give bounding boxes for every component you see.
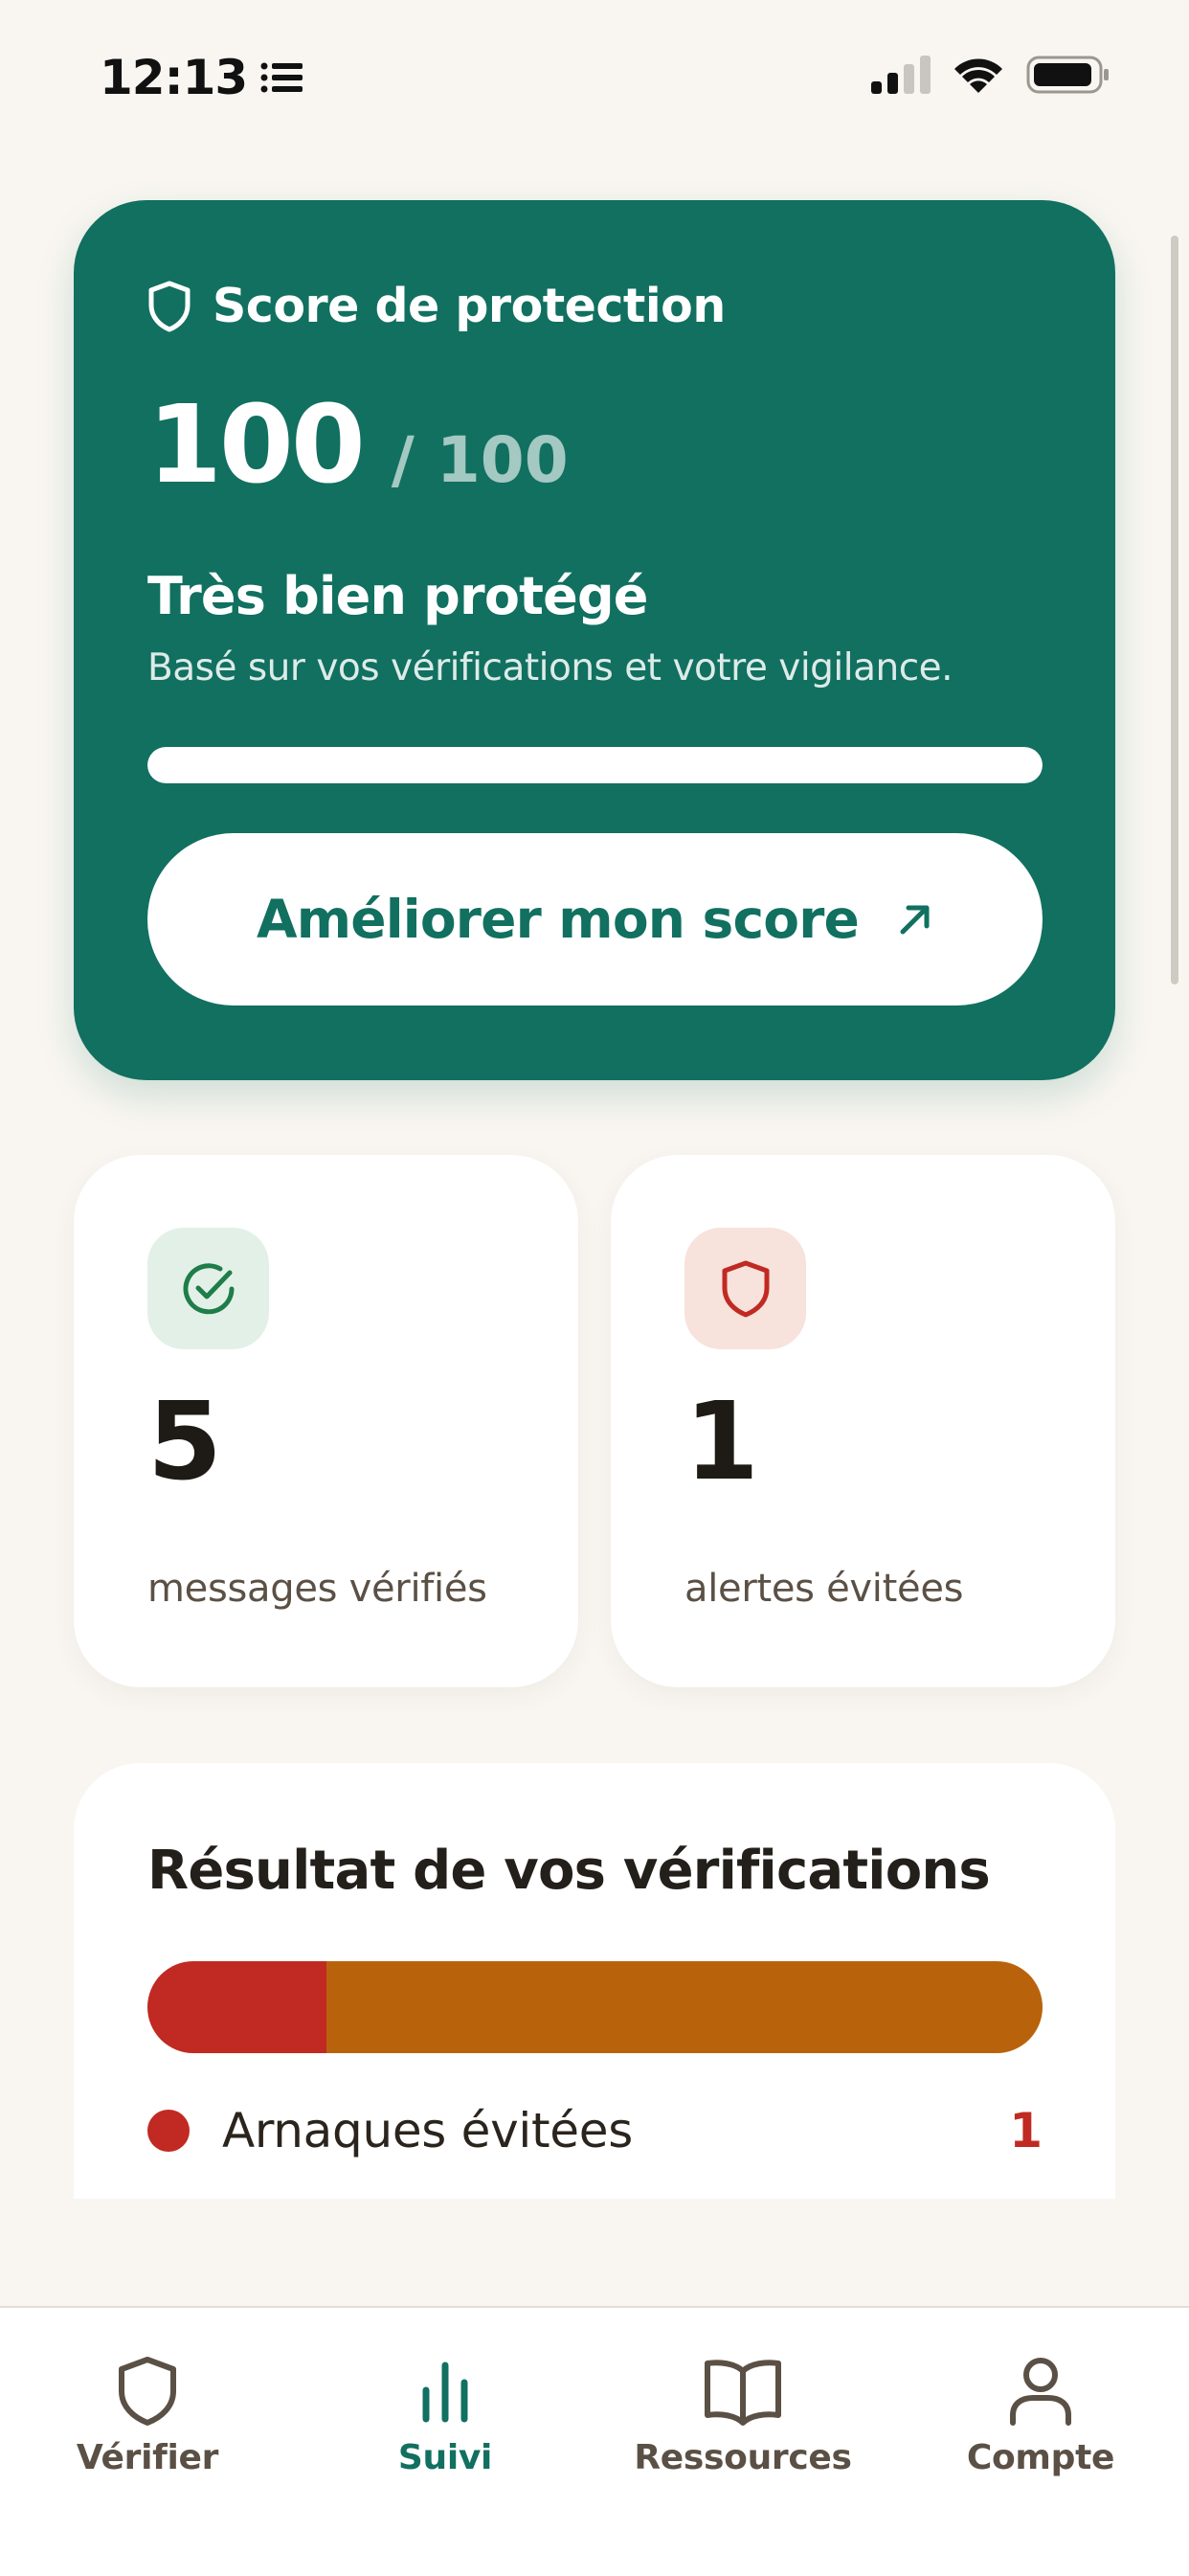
verified-messages-label: messages vérifiés (147, 1567, 487, 1611)
battery-icon (1026, 56, 1109, 94)
results-bar-segment (147, 1961, 326, 2053)
signal-icon (871, 56, 931, 94)
status-time-text: 12:13 (100, 50, 248, 105)
person-icon (1010, 2358, 1071, 2426)
tab-suivi[interactable]: Suivi (321, 2356, 570, 2477)
results-bar-segment (326, 1961, 1043, 2053)
tab-verifier-label: Vérifier (76, 2438, 219, 2477)
check-circle-icon (183, 1262, 234, 1314)
shield-icon (148, 281, 191, 331)
tab-compte[interactable]: Compte (916, 2356, 1165, 2477)
tab-ressources-label: Ressources (634, 2438, 852, 2477)
book-icon (705, 2360, 781, 2426)
score-max: / 100 (391, 423, 569, 497)
tab-ressources[interactable]: Ressources (618, 2356, 867, 2477)
verification-results-card: Résultat de vos vérifications Arnaques é… (74, 1763, 1115, 2199)
score-progress-fill (147, 747, 1043, 783)
bottom-tab-bar: Vérifier Suivi Ressources Compte (0, 2306, 1189, 2576)
score-header: Score de protection (147, 279, 726, 333)
improve-score-label: Améliorer mon score (256, 889, 860, 950)
scams-avoided-dot (147, 2110, 190, 2152)
tab-suivi-label: Suivi (397, 2438, 493, 2477)
score-value-row: 100 / 100 (147, 392, 569, 499)
results-stacked-bar (147, 1961, 1043, 2053)
score-title: Score de protection (213, 279, 726, 333)
alerts-icon-badge (684, 1228, 806, 1349)
score-description: Basé sur vos vérifications et votre vigi… (147, 646, 953, 689)
tab-verifier[interactable]: Vérifier (23, 2356, 272, 2477)
score-progress-bar (147, 747, 1043, 783)
verified-icon-badge (147, 1228, 269, 1349)
status-time: 12:13 (100, 50, 303, 105)
arrow-up-right-icon (900, 905, 930, 935)
improve-score-button[interactable]: Améliorer mon score (147, 833, 1043, 1006)
verified-messages-value: 5 (147, 1380, 222, 1504)
status-bar: 12:13 (0, 0, 1189, 144)
score-status: Très bien protégé (147, 566, 648, 626)
score-value: 100 (147, 383, 366, 508)
protection-score-card: Score de protection 100 / 100 Très bien … (74, 200, 1115, 1080)
avoided-alerts-label: alertes évitées (684, 1567, 964, 1611)
wifi-icon (954, 58, 1002, 93)
verified-messages-card[interactable]: 5 messages vérifiés (74, 1155, 578, 1687)
results-legend-row: Arnaques évitées 1 (147, 2102, 1043, 2159)
avoided-alerts-value: 1 (684, 1380, 759, 1504)
avoided-alerts-card[interactable]: 1 alertes évitées (611, 1155, 1115, 1687)
focus-list-icon (260, 62, 303, 93)
shield-alert-icon (722, 1260, 769, 1317)
status-icons (871, 56, 1110, 94)
results-title: Résultat de vos vérifications (147, 1840, 991, 1902)
scams-avoided-count: 1 (1009, 2103, 1043, 2158)
tab-compte-label: Compte (966, 2438, 1115, 2477)
scroll-indicator[interactable] (1171, 236, 1178, 984)
scams-avoided-label: Arnaques évitées (222, 2103, 633, 2158)
bar-chart-icon (422, 2361, 468, 2423)
shield-icon (119, 2357, 176, 2426)
